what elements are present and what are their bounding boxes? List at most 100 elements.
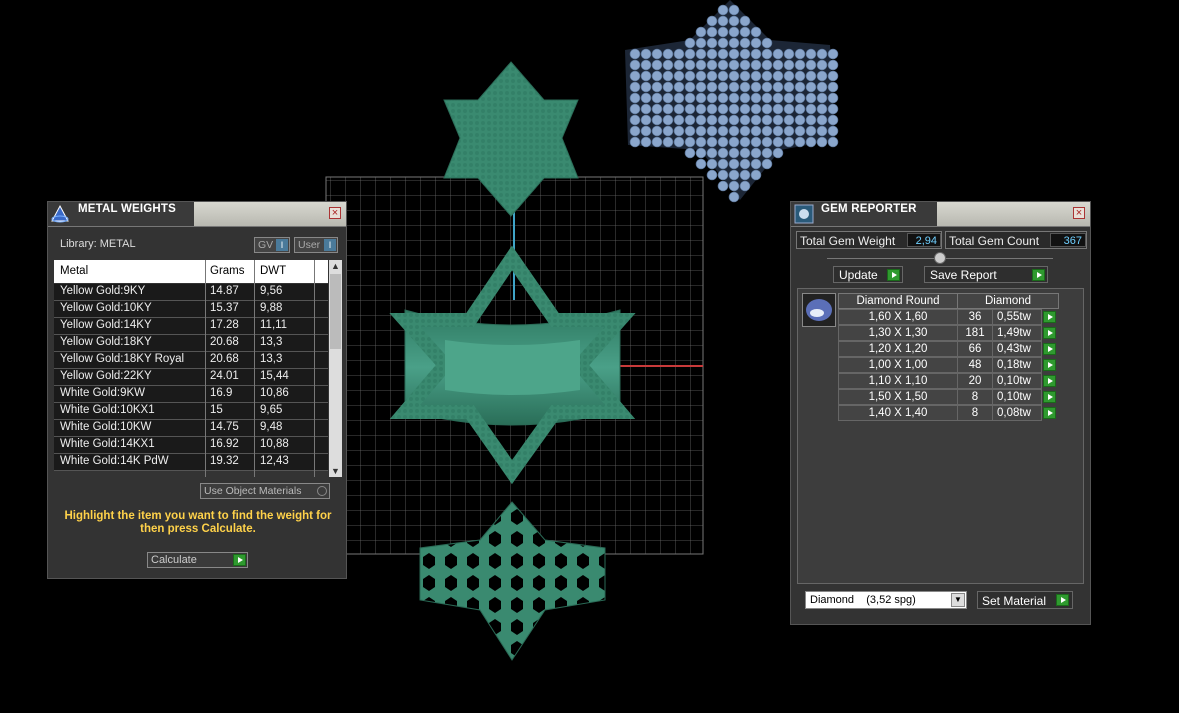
gem-size-cell[interactable]: 1,20 X 1,20 — [838, 341, 958, 357]
grams-cell: 16.9 — [210, 387, 233, 399]
diamond-thumbnail-icon[interactable] — [802, 293, 836, 327]
gem-stone — [695, 92, 707, 104]
grams-cell: 20.68 — [210, 353, 239, 365]
gem-count-cell[interactable]: 8 — [957, 389, 993, 405]
gem-stone — [772, 70, 784, 82]
use-object-materials-checkbox[interactable]: Use Object Materials — [200, 483, 330, 499]
header-metal[interactable]: Metal — [60, 265, 88, 277]
gem-reporter-titlebar[interactable]: GEM REPORTER × — [791, 202, 1090, 227]
table-row[interactable]: White Gold:9KW 16.9 10,86 — [54, 386, 328, 403]
table-row[interactable]: Yellow Gold:9KY 14.87 9,56 — [54, 284, 328, 301]
gem-size-cell[interactable]: 1,10 X 1,10 — [838, 373, 958, 389]
gv-toggle[interactable]: GV I — [254, 237, 290, 253]
scroll-thumb[interactable] — [330, 274, 341, 349]
metal-weights-icon — [51, 204, 69, 223]
gem-stone — [827, 81, 839, 93]
gem-stone — [739, 37, 751, 49]
gem-stone — [761, 158, 773, 170]
table-row[interactable]: Yellow Gold:14KY 17.28 11,11 — [54, 318, 328, 335]
total-gem-weight-value: 2,94 — [907, 233, 941, 247]
gem-size-cell[interactable]: 1,50 X 1,50 — [838, 389, 958, 405]
gem-stone — [728, 81, 740, 93]
table-row[interactable]: Yellow Gold:18KY 20.68 13,3 — [54, 335, 328, 352]
gem-stone — [706, 15, 718, 27]
row-go-arrow-icon[interactable] — [1043, 343, 1056, 355]
gem-size-cell[interactable]: 1,40 X 1,40 — [838, 405, 958, 421]
table-row[interactable]: White Gold:10KW 14.75 9,48 — [54, 420, 328, 437]
gem-count-cell[interactable]: 36 — [957, 309, 993, 325]
gem-count-cell[interactable]: 66 — [957, 341, 993, 357]
row-go-arrow-icon[interactable] — [1043, 327, 1056, 339]
gem-stone — [662, 59, 674, 71]
gem-weight-cell[interactable]: 0,18tw — [992, 357, 1042, 373]
gem-size-cell[interactable]: 1,00 X 1,00 — [838, 357, 958, 373]
gem-count-cell[interactable]: 181 — [957, 325, 993, 341]
gem-stone — [684, 147, 696, 159]
total-gem-weight-box: Total Gem Weight 2,94 — [796, 231, 942, 249]
gem-stone — [772, 103, 784, 115]
gem-count-cell[interactable]: 20 — [957, 373, 993, 389]
gem-stone — [761, 59, 773, 71]
gem-weight-cell[interactable]: 0,55tw — [992, 309, 1042, 325]
metal-weights-close-button[interactable]: × — [329, 207, 341, 219]
gem-count-cell[interactable]: 8 — [957, 405, 993, 421]
update-button[interactable]: Update — [833, 266, 903, 283]
metal-name-cell: White Gold:14K PdW — [60, 455, 169, 467]
table-row[interactable]: White Gold:10KX1 15 9,65 — [54, 403, 328, 420]
gem-stone — [640, 48, 652, 60]
gem-stone — [684, 70, 696, 82]
metal-table: Metal Grams DWT Yellow Gold:9KY 14.87 9,56… — [54, 260, 342, 477]
gem-weight-cell[interactable]: 0,08tw — [992, 405, 1042, 421]
gem-stone — [717, 92, 729, 104]
gem-stone — [728, 158, 740, 170]
row-go-arrow-icon[interactable] — [1043, 359, 1056, 371]
set-material-button[interactable]: Set Material — [977, 591, 1073, 609]
save-report-button[interactable]: Save Report — [924, 266, 1048, 283]
gem-stone — [805, 70, 817, 82]
row-go-arrow-icon[interactable] — [1043, 407, 1056, 419]
gem-weight-cell[interactable]: 1,49tw — [992, 325, 1042, 341]
metal-name-cell: Yellow Gold:10KY — [60, 302, 152, 314]
gem-stone — [695, 158, 707, 170]
header-grams[interactable]: Grams — [210, 265, 245, 277]
row-go-arrow-icon[interactable] — [1043, 311, 1056, 323]
table-row[interactable]: Yellow Gold:10KY 15.37 9,88 — [54, 301, 328, 318]
radio-indicator-icon — [317, 486, 327, 496]
user-toggle[interactable]: User I — [294, 237, 338, 253]
table-row[interactable]: Yellow Gold:22KY 24.01 15,44 — [54, 369, 328, 386]
gem-size-cell[interactable]: 1,30 X 1,30 — [838, 325, 958, 341]
grams-cell: 20.68 — [210, 336, 239, 348]
row-go-arrow-icon[interactable] — [1043, 375, 1056, 387]
row-go-arrow-icon[interactable] — [1043, 391, 1056, 403]
scroll-up-icon[interactable]: ▲ — [329, 260, 342, 272]
dwt-cell: 11,11 — [260, 319, 288, 331]
table-row[interactable]: Yellow Gold:18KY Royal 20.68 13,3 — [54, 352, 328, 369]
metal-weights-title: METAL WEIGHTS — [78, 203, 177, 215]
gem-weight-cell[interactable]: 0,43tw — [992, 341, 1042, 357]
gem-weight-cell[interactable]: 0,10tw — [992, 373, 1042, 389]
dwt-cell: 15,44 — [260, 370, 289, 382]
material-select[interactable]: Diamond (3,52 spg) ▼ — [805, 591, 967, 609]
gem-stone — [662, 136, 674, 148]
calculate-button[interactable]: Calculate — [147, 552, 248, 568]
gem-stone — [695, 103, 707, 115]
chevron-down-icon[interactable]: ▼ — [951, 593, 965, 607]
gem-weight-cell[interactable]: 0,10tw — [992, 389, 1042, 405]
gem-stone — [739, 26, 751, 38]
gem-stone — [662, 92, 674, 104]
metal-table-scrollbar[interactable]: ▲ ▼ — [329, 260, 342, 477]
gem-stone — [827, 59, 839, 71]
gem-stone — [783, 136, 795, 148]
header-dwt[interactable]: DWT — [260, 265, 286, 277]
dwt-cell: 9,48 — [260, 421, 283, 433]
gem-stone — [783, 48, 795, 60]
splitter-knob-icon[interactable] — [934, 252, 946, 264]
metal-weights-titlebar[interactable]: METAL WEIGHTS × — [48, 202, 346, 227]
scroll-down-icon[interactable]: ▼ — [329, 465, 342, 477]
gem-count-cell[interactable]: 48 — [957, 357, 993, 373]
gem-size-cell[interactable]: 1,60 X 1,60 — [838, 309, 958, 325]
table-row[interactable]: White Gold:14KX1 16.92 10,88 — [54, 437, 328, 454]
gem-stone — [662, 70, 674, 82]
table-row[interactable]: White Gold:14K PdW 19.32 12,43 — [54, 454, 328, 471]
gem-reporter-close-button[interactable]: × — [1073, 207, 1085, 219]
